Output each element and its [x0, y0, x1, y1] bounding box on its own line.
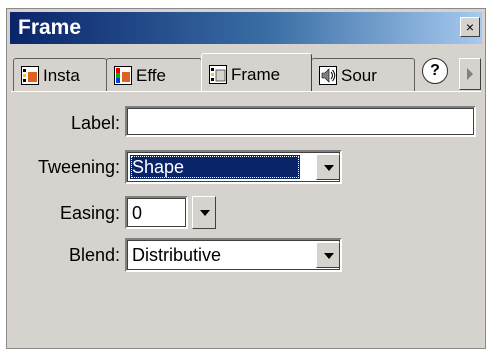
close-button[interactable]: × — [460, 17, 480, 37]
tab-strip: Insta Effe Frame Sour ? — [11, 49, 481, 93]
tab-instance[interactable]: Insta — [13, 58, 107, 91]
chevron-down-icon — [324, 253, 334, 259]
tab-effect-label: Effe — [136, 66, 166, 85]
tab-content-divider — [11, 91, 481, 92]
sound-icon — [319, 66, 337, 85]
frame-icon — [209, 65, 227, 84]
blend-select[interactable]: Distributive — [125, 238, 342, 272]
tweening-value: Shape — [132, 157, 185, 177]
panel-title: Frame — [18, 16, 82, 39]
tweening-select[interactable]: Shape — [125, 150, 342, 184]
blend-caption: Blend: — [68, 245, 120, 265]
help-icon: ? — [430, 62, 440, 79]
instance-icon — [21, 66, 39, 85]
easing-caption: Easing: — [59, 203, 120, 223]
tab-effect[interactable]: Effe — [106, 58, 202, 91]
easing-slider-button[interactable] — [192, 196, 216, 229]
close-icon: × — [465, 19, 475, 35]
tab-sound-label: Sour — [341, 66, 377, 85]
blend-value: Distributive — [132, 245, 222, 265]
chevron-down-icon — [200, 210, 210, 216]
easing-value: 0 — [132, 203, 143, 223]
tab-frame-label: Frame — [231, 65, 281, 84]
easing-input[interactable]: 0 — [125, 196, 188, 229]
title-bar[interactable]: Frame × — [10, 12, 482, 44]
help-button[interactable]: ? — [422, 58, 448, 84]
tab-scroll-right-button[interactable] — [459, 58, 481, 90]
label-input[interactable] — [125, 106, 476, 137]
effect-icon — [114, 66, 132, 85]
label-caption: Label: — [70, 113, 120, 133]
tab-sound[interactable]: Sour — [311, 58, 415, 91]
tweening-caption: Tweening: — [37, 157, 120, 177]
blend-dropdown-button[interactable] — [316, 242, 340, 268]
tab-instance-label: Insta — [43, 66, 80, 85]
tweening-dropdown-button[interactable] — [316, 154, 340, 180]
chevron-right-icon — [467, 68, 473, 80]
chevron-down-icon — [324, 165, 334, 171]
tab-frame[interactable]: Frame — [201, 53, 312, 91]
frame-panel: Frame × Insta Effe Frame Sour ? Label: T… — [6, 8, 486, 349]
